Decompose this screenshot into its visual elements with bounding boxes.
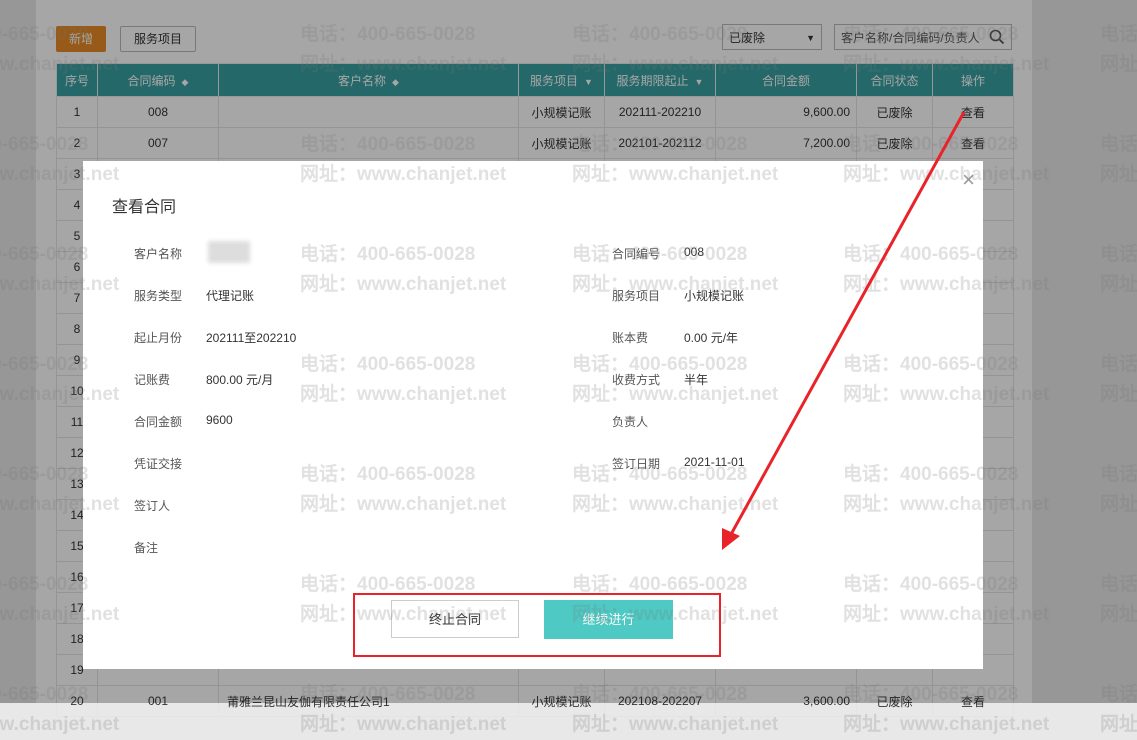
dialog-title: 查看合同 [112, 199, 177, 216]
field-label: 凭证交接 [134, 457, 183, 471]
close-icon[interactable]: × [962, 167, 975, 193]
field-label: 账本费 [612, 331, 649, 345]
watermark-site: 网址：www.chanjet.net [1100, 714, 1137, 735]
annotation-highlight-box [353, 593, 721, 657]
field-value: 9600 [206, 413, 233, 427]
field-label: 服务项目 [612, 289, 661, 303]
field-label: 收费方式 [612, 373, 661, 387]
field-label: 合同编号 [612, 247, 661, 261]
field-label: 客户名称 [134, 247, 183, 261]
field-label: 负责人 [612, 415, 649, 429]
field-value: 代理记账 [206, 289, 255, 303]
field-label: 签订日期 [612, 457, 661, 471]
field-value: 008 [684, 245, 705, 259]
customer-name-redacted [208, 241, 250, 263]
field-value: 800.00 元/月 [206, 373, 274, 387]
field-label: 起止月份 [134, 331, 183, 345]
field-label: 服务类型 [134, 289, 183, 303]
field-label: 备注 [134, 541, 159, 555]
field-value: 小规模记账 [684, 289, 745, 303]
field-label: 记账费 [134, 373, 171, 387]
field-value: 2021-11-01 [684, 455, 745, 469]
field-value: 0.00 元/年 [684, 331, 739, 345]
field-label: 签订人 [134, 499, 171, 513]
field-label: 合同金额 [134, 415, 183, 429]
field-value: 202111至202210 [206, 331, 297, 345]
field-value: 半年 [684, 373, 709, 387]
